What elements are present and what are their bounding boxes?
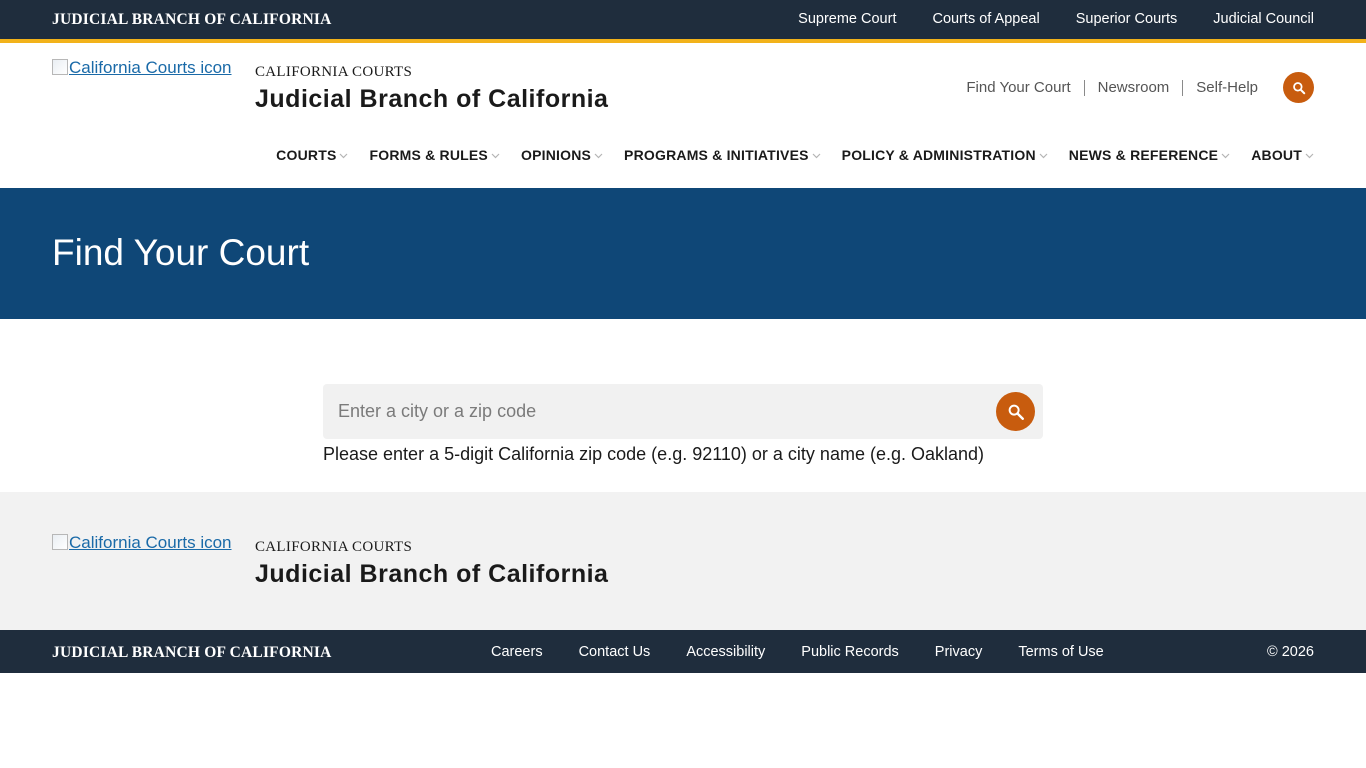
footer-logo-image[interactable]: California Courts icon [52,533,232,553]
nav-item-label: ABOUT [1251,147,1302,163]
footer-site-title[interactable]: Judicial Branch of California [255,560,608,589]
utility-link-find-your-court[interactable]: Find Your Court [966,79,1070,96]
chevron-down-icon [1039,153,1048,159]
nav-item-forms-rules[interactable]: FORMS & RULES [369,147,500,163]
footer-link-privacy[interactable]: Privacy [935,644,983,660]
utility-divider [1182,79,1184,96]
nav-item-policy-administration[interactable]: POLICY & ADMINISTRATION [842,147,1048,163]
utility-link-self-help[interactable]: Self-Help [1196,79,1258,96]
footer-brand-area: California Courts icon CALIFORNIA COURTS… [0,492,1366,630]
search-icon [1008,404,1024,420]
header-logo-alt-text: California Courts icon [69,58,232,77]
nav-item-label: COURTS [276,147,337,163]
nav-item-label: NEWS & REFERENCE [1068,147,1219,163]
top-link-judicial-council[interactable]: Judicial Council [1213,11,1314,27]
footer-links: Careers Contact Us Accessibility Public … [491,644,1104,660]
footer-bar-title: Judicial Branch of California [52,644,332,661]
broken-image-icon [52,534,68,550]
top-link-superior-courts[interactable]: Superior Courts [1076,11,1178,27]
search-icon [1292,81,1305,94]
header-logo-image[interactable]: California Courts icon [52,58,232,78]
chevron-down-icon [594,153,603,159]
nav-item-label: FORMS & RULES [369,147,488,163]
broken-image-icon [52,59,68,75]
top-bar-links: Supreme Court Courts of Appeal Superior … [798,11,1314,27]
header-search-button[interactable] [1283,72,1314,103]
top-link-supreme-court[interactable]: Supreme Court [798,11,896,27]
court-search-help-text: Please enter a 5-digit California zip co… [323,444,985,464]
nav-item-label: PROGRAMS & INITIATIVES [624,147,809,163]
utility-links: Find Your Court Newsroom Self-Help [966,79,1258,96]
nav-item-programs-initiatives[interactable]: PROGRAMS & INITIATIVES [624,147,821,163]
page-hero: Find Your Court [0,188,1366,319]
header-kicker: CALIFORNIA COURTS [255,64,413,80]
footer-link-careers[interactable]: Careers [491,644,543,660]
footer-kicker: CALIFORNIA COURTS [255,539,413,555]
utility-link-newsroom[interactable]: Newsroom [1098,79,1170,96]
nav-item-about[interactable]: ABOUT [1251,147,1314,163]
top-bar-title: Judicial Branch of California [52,11,332,28]
copyright-text: © 2026 [1267,644,1314,660]
chevron-down-icon [1305,153,1314,159]
court-search-input[interactable] [323,384,983,439]
nav-item-label: OPINIONS [520,147,592,163]
nav-item-opinions[interactable]: OPINIONS [521,147,603,163]
top-link-courts-of-appeal[interactable]: Courts of Appeal [932,11,1039,27]
footer-link-accessibility[interactable]: Accessibility [686,644,765,660]
footer-link-public-records[interactable]: Public Records [801,644,899,660]
footer-bar: Judicial Branch of California Careers Co… [0,630,1366,673]
main-navigation: COURTS FORMS & RULES OPINIONS PROGRAMS &… [276,147,1314,163]
header-site-title[interactable]: Judicial Branch of California [255,85,608,114]
footer-logo-alt-text: California Courts icon [69,533,232,552]
chevron-down-icon [340,153,348,159]
footer-link-contact-us[interactable]: Contact Us [579,644,651,660]
top-bar: Judicial Branch of California Supreme Co… [0,0,1366,39]
court-search-box [323,384,1043,439]
footer-link-terms-of-use[interactable]: Terms of Use [1018,644,1103,660]
chevron-down-icon [812,153,821,159]
chevron-down-icon [1221,153,1230,159]
page-title: Find Your Court [52,232,310,273]
nav-item-news-reference[interactable]: NEWS & REFERENCE [1069,147,1230,163]
nav-item-courts[interactable]: COURTS [276,147,348,163]
utility-divider [1083,79,1085,96]
court-search-button[interactable] [996,392,1035,431]
top-bar-accent-stripe [0,39,1366,43]
chevron-down-icon [491,153,500,159]
nav-item-label: POLICY & ADMINISTRATION [841,147,1036,163]
